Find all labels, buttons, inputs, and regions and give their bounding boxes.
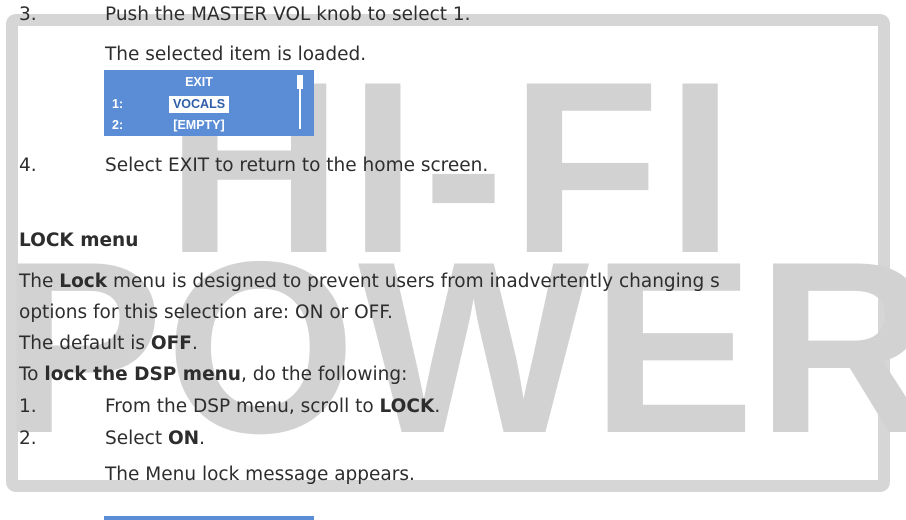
step-text: Select ON. — [105, 428, 206, 449]
lcd-scroll-track — [299, 89, 301, 129]
step-text: Select EXIT to return to the home screen… — [105, 155, 489, 176]
step-text: From the DSP menu, scroll to LOCK. — [105, 396, 441, 417]
lcd-row-value-selected: VOCALS — [168, 96, 230, 113]
lcd-scroll-thumb — [297, 75, 303, 89]
lcd-row-1: 1: VOCALS — [104, 95, 294, 113]
paragraph-3: The default is OFF. — [19, 333, 198, 354]
lcd-scrollbar — [297, 75, 303, 129]
document-page: 3. Push the MASTER VOL knob to select 1.… — [0, 0, 906, 520]
step-number: 3. — [19, 4, 37, 25]
lcd-title: EXIT — [185, 75, 213, 89]
paragraph-1: The Lock menu is designed to prevent use… — [19, 271, 720, 292]
paragraph-2: options for this selection are: ON or OF… — [19, 302, 393, 323]
lcd-display-partial — [104, 516, 314, 520]
section-heading: LOCK menu — [19, 230, 139, 251]
step-3-result: The selected item is loaded. — [105, 44, 367, 65]
lcd-row-2: 2: [EMPTY] — [104, 116, 294, 134]
step-number: 2. — [19, 428, 37, 449]
lock-step-2-result: The Menu lock message appears. — [105, 464, 415, 485]
step-number: 4. — [19, 155, 37, 176]
step-number: 1. — [19, 396, 37, 417]
lcd-display: EXIT 1: VOCALS 2: [EMPTY] — [104, 70, 314, 136]
step-text: Push the MASTER VOL knob to select 1. — [105, 4, 471, 25]
lcd-row-value: [EMPTY] — [173, 118, 225, 132]
lcd-title-row: EXIT — [104, 73, 294, 91]
paragraph-4: To lock the DSP menu, do the following: — [19, 364, 408, 385]
